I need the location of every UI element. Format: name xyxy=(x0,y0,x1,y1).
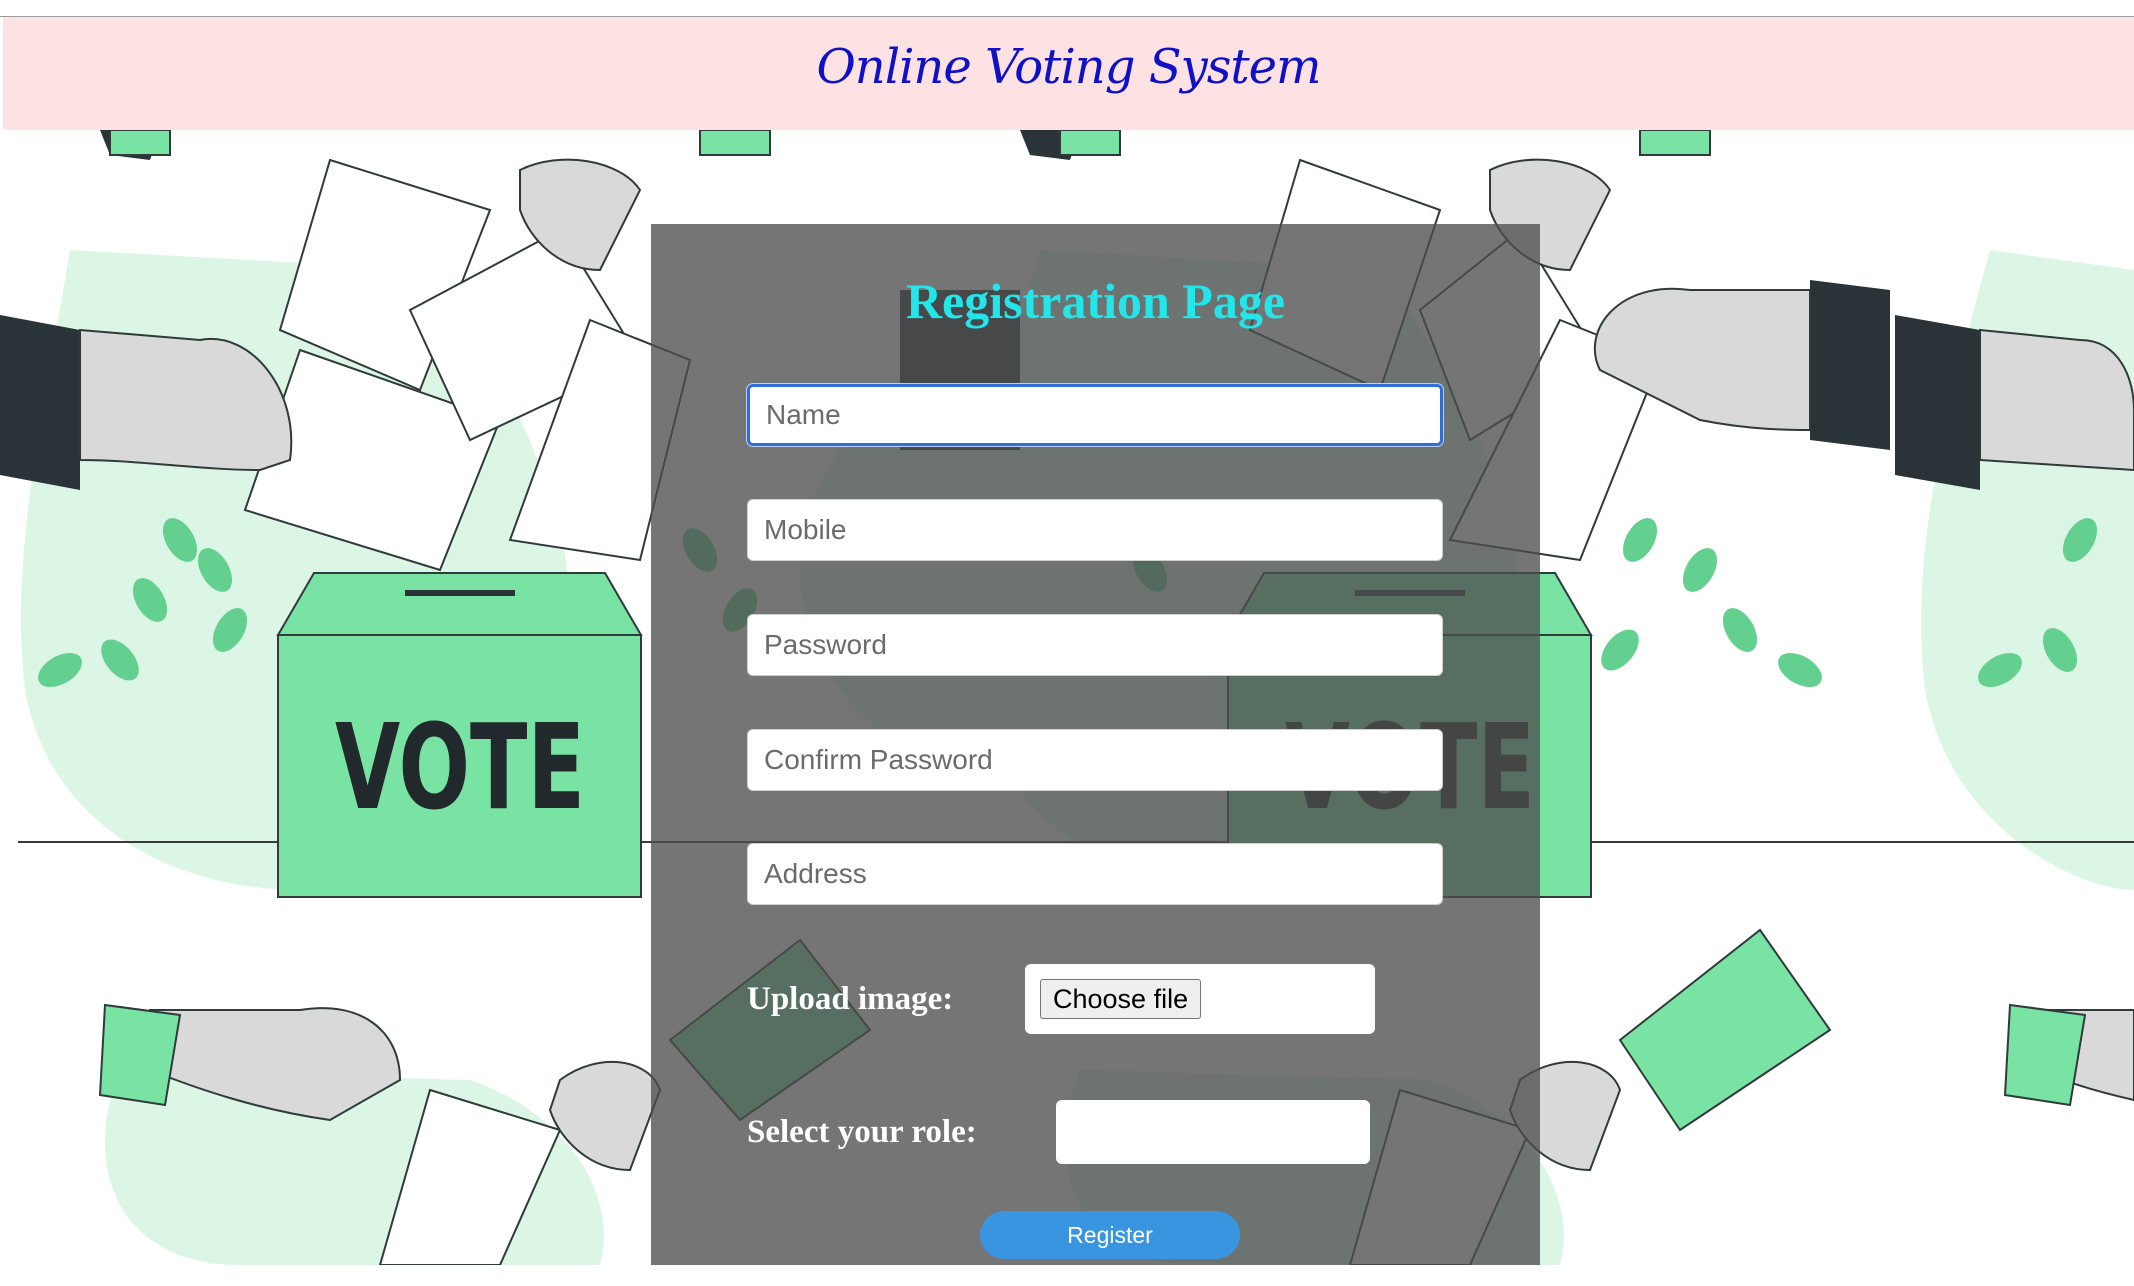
mobile-input[interactable] xyxy=(747,499,1443,561)
page-bottom-margin xyxy=(0,1265,2134,1286)
ballot-box-text-left: VOTE xyxy=(335,698,585,836)
registration-title: Registration Page xyxy=(905,273,1286,329)
address-input[interactable] xyxy=(747,843,1443,905)
select-role-label: Select your role: xyxy=(747,1114,977,1150)
password-input[interactable] xyxy=(747,614,1443,676)
choose-file-button[interactable]: Choose file xyxy=(1040,979,1202,1019)
name-input[interactable] xyxy=(747,384,1443,446)
site-title: Online Voting System xyxy=(816,39,1321,95)
file-upload-field[interactable]: Choose file xyxy=(1025,964,1375,1034)
role-select[interactable] xyxy=(1056,1100,1370,1164)
site-header: Online Voting System xyxy=(3,17,2134,130)
register-button[interactable]: Register xyxy=(980,1211,1240,1259)
confirm-password-input[interactable] xyxy=(747,729,1443,791)
upload-image-label: Upload image: xyxy=(747,981,954,1017)
registration-panel: Registration Page Upload image: Choose f… xyxy=(651,224,1540,1265)
